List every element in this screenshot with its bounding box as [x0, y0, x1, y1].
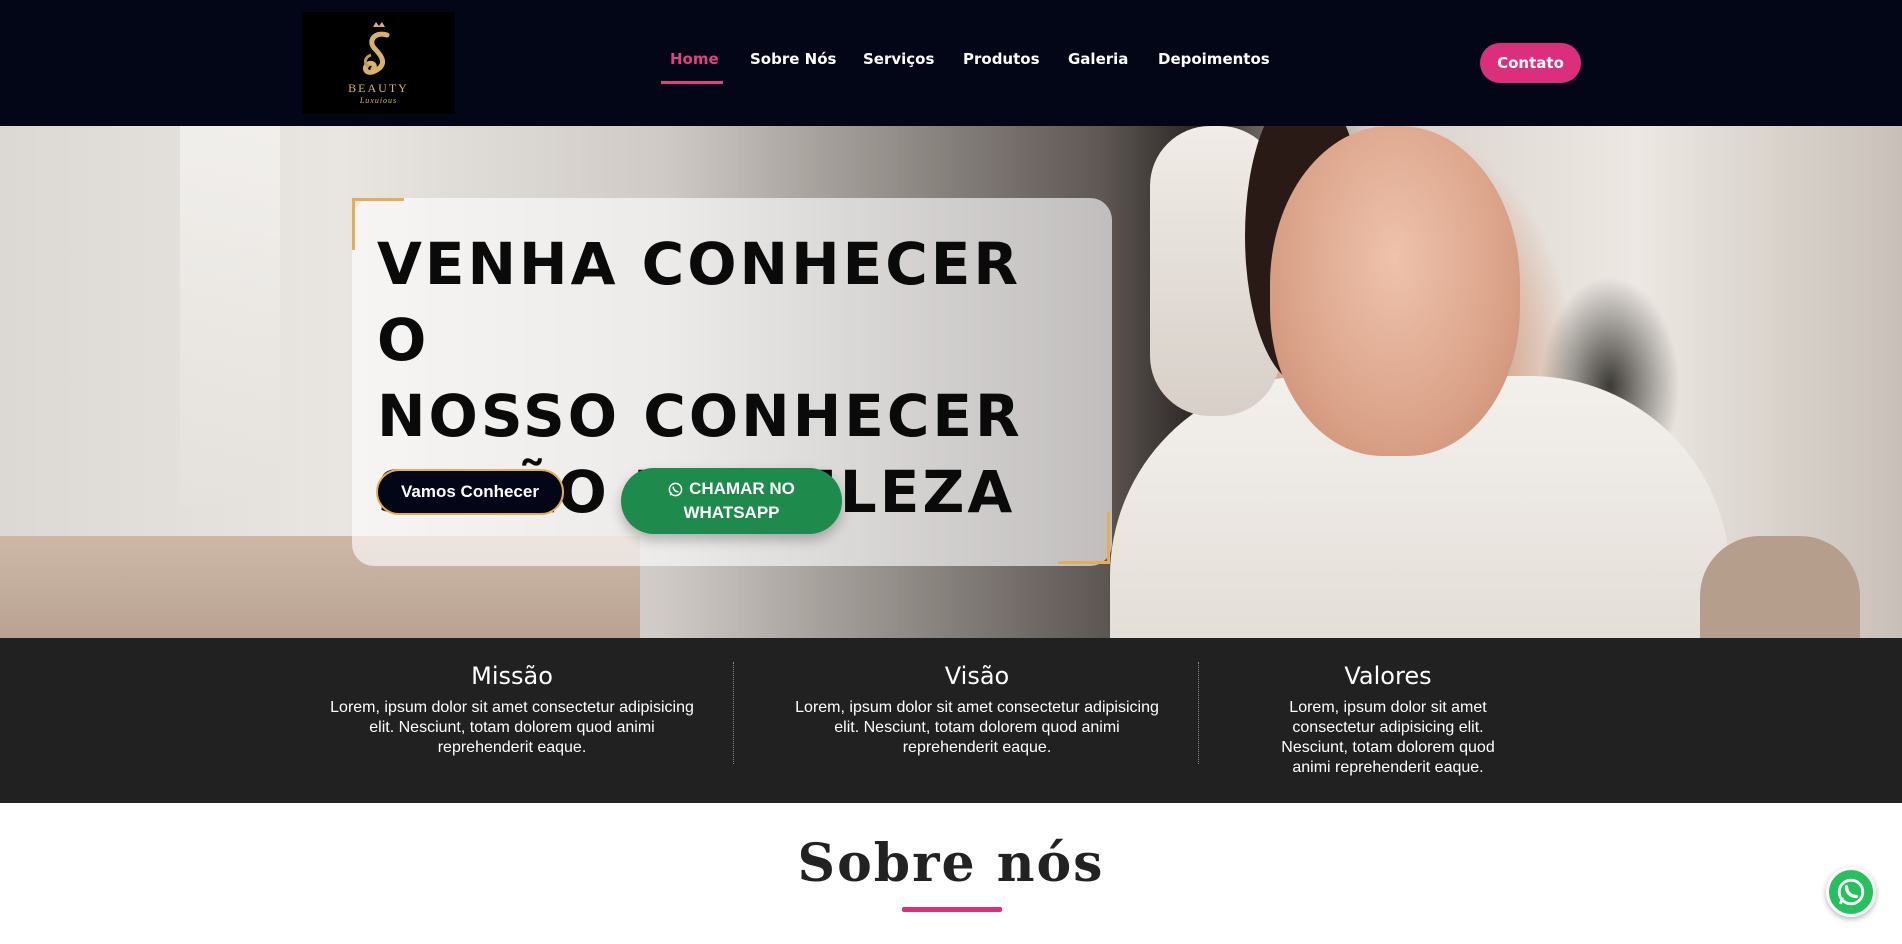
nav-servicos[interactable]: Serviços — [863, 50, 934, 68]
nav-home[interactable]: Home — [670, 50, 719, 68]
whatsapp-button-label-2: WHATSAPP — [683, 503, 780, 522]
about-section-title: Sobre nós — [797, 833, 1105, 894]
whatsapp-icon — [668, 482, 683, 496]
main-nav: Home Sobre Nós Serviços Produtos Galeria… — [0, 0, 1902, 126]
values-text: Lorem, ipsum dolor sit amet consectetur … — [1281, 699, 1495, 776]
nav-galeria[interactable]: Galeria — [1068, 50, 1128, 68]
vision-text: Lorem, ipsum dolor sit amet consectetur … — [795, 699, 1159, 756]
vamos-conhecer-button[interactable]: Vamos Conhecer — [376, 469, 564, 515]
whatsapp-button-label-1: CHAMAR NO — [689, 479, 795, 498]
active-nav-indicator — [661, 81, 723, 84]
hero-title-line: NOSSO CONHECER — [377, 382, 1023, 450]
values-divider — [1198, 662, 1199, 764]
contact-button[interactable]: Contato — [1480, 43, 1581, 83]
whatsapp-icon — [1837, 878, 1865, 906]
floating-whatsapp-button[interactable] — [1826, 867, 1876, 917]
nav-sobre-nos[interactable]: Sobre Nós — [750, 50, 836, 68]
hero-title-line: VENHA CONHECER O — [377, 230, 1022, 374]
site-header: BEAUTY Luxuious Home Sobre Nós Serviços … — [0, 0, 1902, 126]
whatsapp-button[interactable]: CHAMAR NO WHATSAPP — [621, 468, 842, 534]
values-band: Missão Lorem, ipsum dolor sit amet conse… — [0, 638, 1902, 803]
values-divider — [733, 662, 734, 764]
about-title-underline — [902, 907, 1002, 912]
hero-bg-chair — [1700, 536, 1860, 638]
values-block: Valores Lorem, ipsum dolor sit amet cons… — [1270, 662, 1506, 778]
hero-bg-window — [180, 126, 280, 506]
nav-depoimentos[interactable]: Depoimentos — [1158, 50, 1270, 68]
vision-title: Visão — [944, 662, 1010, 690]
values-title: Valores — [1344, 662, 1432, 690]
mission-title: Missão — [471, 662, 553, 690]
nav-produtos[interactable]: Produtos — [963, 50, 1040, 68]
vision-block: Visão Lorem, ipsum dolor sit amet consec… — [788, 662, 1166, 758]
mission-block: Missão Lorem, ipsum dolor sit amet conse… — [322, 662, 702, 758]
mission-text: Lorem, ipsum dolor sit amet consectetur … — [330, 699, 694, 756]
hero-model-face — [1270, 126, 1520, 456]
